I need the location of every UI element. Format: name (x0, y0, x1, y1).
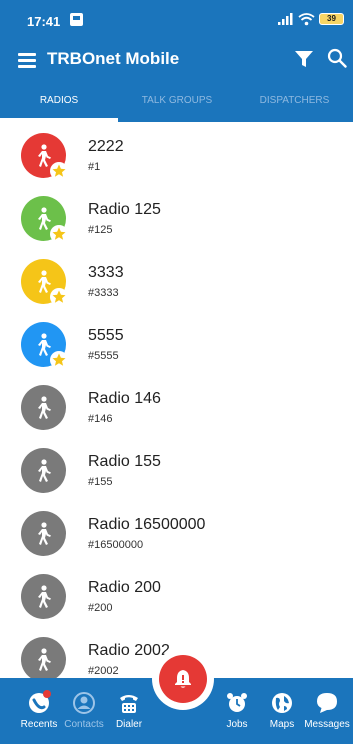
nav-messages[interactable]: Messages (302, 678, 352, 744)
radio-id: #200 (88, 602, 113, 614)
radio-avatar (21, 385, 66, 430)
radio-list-item[interactable]: Radio 125 #125 (0, 185, 353, 248)
radio-list[interactable]: 2222 #1 Radio 125 #125 3333 #3333 5555 #5555 Rad… (0, 122, 353, 678)
search-icon[interactable] (327, 48, 347, 68)
walking-person-icon (38, 396, 51, 419)
alarm-clock-icon (227, 693, 247, 712)
nav-label-jobs: Jobs (226, 719, 248, 730)
radio-name: Radio 125 (88, 201, 161, 218)
walking-person-icon (38, 207, 51, 230)
radio-id: #125 (88, 224, 113, 236)
nav-recents[interactable]: Recents (14, 678, 64, 744)
nav-dialer[interactable]: Dialer (104, 678, 154, 744)
radio-avatar (21, 511, 66, 556)
nav-maps[interactable]: Maps (257, 678, 307, 744)
radio-id: #1 (88, 161, 101, 173)
tab-dispatchers[interactable]: DISPATCHERS (236, 80, 353, 122)
radio-name: Radio 146 (88, 390, 161, 407)
radio-list-item[interactable]: 3333 #3333 (0, 248, 353, 311)
tab-bar: RADIOS TALK GROUPS DISPATCHERS (0, 80, 353, 122)
walking-person-icon (38, 270, 51, 293)
radio-avatar (21, 637, 66, 678)
favorite-badge (50, 351, 68, 369)
radio-avatar (21, 448, 66, 493)
radio-name: Radio 16500000 (88, 516, 206, 533)
nav-label-contacts: Contacts (64, 719, 104, 730)
radio-list-item[interactable]: 5555 #5555 (0, 311, 353, 374)
radio-list-item[interactable]: Radio 200 #200 (0, 563, 353, 626)
recents-badge (43, 690, 51, 698)
dialer-icon (120, 695, 138, 713)
wifi-icon (298, 13, 315, 26)
radio-id: #155 (88, 476, 113, 488)
walking-person-icon (38, 522, 51, 545)
favorite-star-icon (52, 353, 66, 366)
radio-avatar (21, 196, 68, 243)
emergency-alarm-button[interactable] (159, 655, 207, 703)
notification-icon (70, 13, 83, 26)
status-time: 17:41 (27, 14, 61, 29)
walking-person-icon (38, 648, 51, 671)
nav-label-dialer: Dialer (115, 719, 143, 730)
radio-name: 5555 (88, 327, 124, 344)
favorite-star-icon (52, 290, 66, 303)
favorite-star-icon (52, 227, 66, 240)
radio-id: #3333 (88, 287, 119, 299)
app-bar: TRBOnet Mobile (0, 42, 353, 80)
walking-person-icon (38, 459, 51, 482)
radio-list-item[interactable]: Radio 155 #155 (0, 437, 353, 500)
radio-name: Radio 155 (88, 453, 161, 470)
radio-list-item[interactable]: Radio 146 #146 (0, 374, 353, 437)
radio-avatar (21, 574, 66, 619)
walking-person-icon (38, 585, 51, 608)
radio-id: #146 (88, 413, 113, 425)
nav-label-messages: Messages (304, 719, 350, 730)
status-bar: 17:41 39 (0, 0, 353, 42)
radio-name: 3333 (88, 264, 124, 281)
menu-icon[interactable] (18, 53, 36, 68)
radio-id: #5555 (88, 350, 119, 362)
radio-name: 2222 (88, 138, 124, 155)
favorite-badge (50, 288, 68, 306)
favorite-star-icon (52, 164, 66, 177)
radio-list-item[interactable]: 2222 #1 (0, 122, 353, 185)
contacts-icon (73, 692, 95, 714)
favorite-badge (50, 225, 68, 243)
tab-talk-groups[interactable]: TALK GROUPS (118, 80, 236, 122)
radio-id: #2002 (88, 665, 119, 677)
radio-name: Radio 200 (88, 579, 161, 596)
alarm-bell-icon (175, 670, 191, 688)
radio-avatar (21, 259, 68, 306)
nav-contacts[interactable]: Contacts (59, 678, 109, 744)
radio-avatar (21, 322, 68, 369)
chat-bubble-icon (317, 693, 337, 713)
favorite-badge (50, 162, 68, 180)
radio-name: Radio 2002 (88, 642, 170, 659)
filter-icon[interactable] (294, 49, 314, 69)
globe-icon (272, 693, 292, 713)
tab-radios[interactable]: RADIOS (0, 80, 118, 122)
walking-person-icon (38, 333, 51, 356)
radio-id: #16500000 (88, 539, 144, 551)
nav-label-maps: Maps (269, 719, 295, 730)
nav-jobs[interactable]: Jobs (212, 678, 262, 744)
walking-person-icon (38, 144, 51, 167)
app-title: TRBOnet Mobile (47, 49, 180, 68)
radio-avatar (21, 133, 68, 180)
nav-label-recents: Recents (20, 719, 58, 730)
battery-icon: 39 (319, 13, 344, 25)
signal-icon (278, 13, 293, 25)
radio-list-item[interactable]: Radio 16500000 #16500000 (0, 500, 353, 563)
